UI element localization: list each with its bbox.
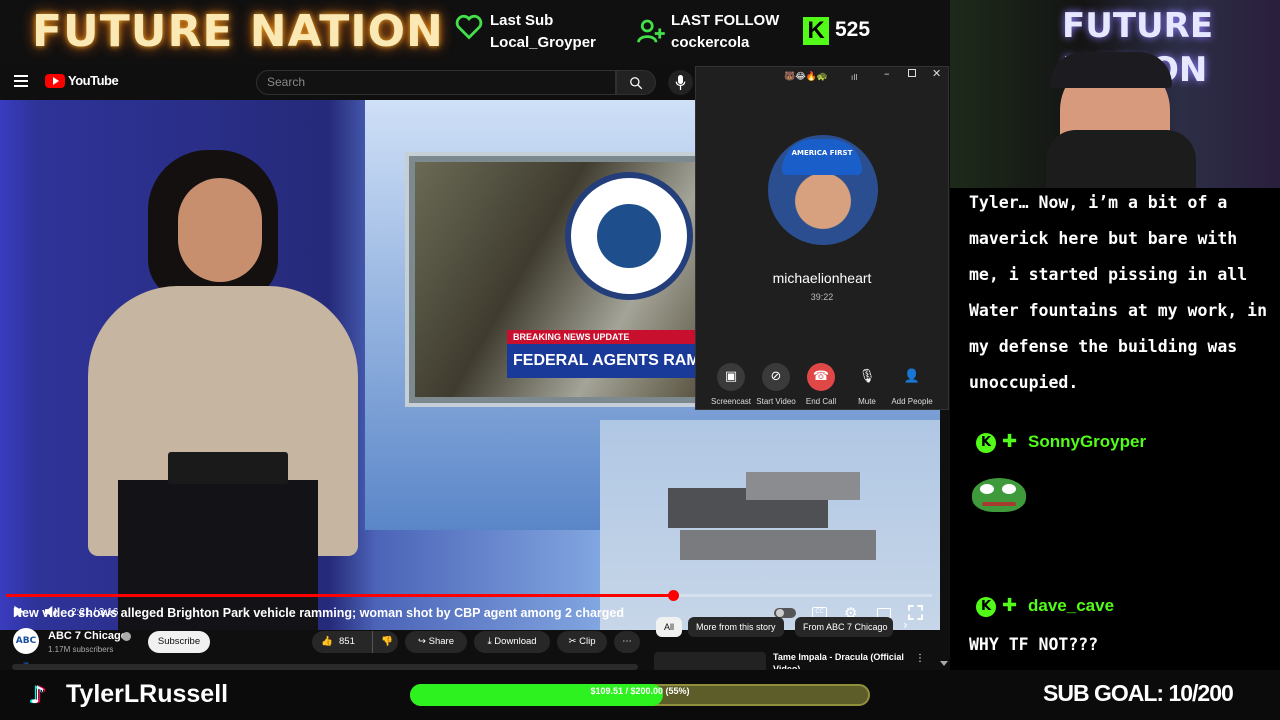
video-off-icon: ⊘ <box>770 369 782 384</box>
subscriber-badge-icon: ✚ <box>1002 431 1018 452</box>
thumbs-down-icon[interactable]: 👎 <box>372 631 393 653</box>
breaking-news-label: BREAKING NEWS UPDATE <box>507 330 707 344</box>
kebab-menu-icon[interactable]: ⋮ <box>915 653 925 664</box>
last-sub-name: Local_Groyper <box>490 34 596 51</box>
close-icon[interactable]: ✕ <box>932 67 941 80</box>
chat-message: WHY TF NOT??? <box>969 635 1099 654</box>
chip-all[interactable]: All <box>656 617 683 637</box>
viewer-count: 525 <box>835 18 871 41</box>
end-call-button[interactable]: ☎ <box>807 363 835 391</box>
video-call-window: 🐻😂🔥🐢 ıll – ✕ AMERICA FIRST michaelionhea… <box>695 66 949 410</box>
add-person-icon: 👤 <box>903 369 921 384</box>
kick-logo-icon: K <box>803 17 829 45</box>
like-count[interactable]: 851 <box>339 631 355 653</box>
chat-panel: Tyler… Now, i’m a bit of a maverick here… <box>950 188 1280 670</box>
menu-icon[interactable] <box>14 75 28 87</box>
breaking-news-headline: FEDERAL AGENTS RAM <box>507 344 707 378</box>
caller-cap: AMERICA FIRST <box>782 139 862 175</box>
progress-played <box>6 594 673 597</box>
last-follow-name: cockercola <box>671 34 750 51</box>
download-label: Download <box>494 636 537 647</box>
mute-button[interactable]: 🎙 <box>853 363 881 391</box>
tiktok-icon: ♪ <box>30 681 46 709</box>
start-video-button[interactable]: ⊘ <box>762 363 790 391</box>
verified-icon <box>122 632 131 641</box>
future-nation-logo: FUTURE NATION <box>32 6 444 57</box>
video-title: New video shows alleged Brighton Park ve… <box>13 606 625 620</box>
recommended-thumbnail[interactable] <box>654 652 766 670</box>
call-duration: 39:22 <box>810 292 834 302</box>
voice-search-button[interactable] <box>668 70 693 95</box>
signal-icon: ıll <box>851 73 858 82</box>
screencast-button[interactable]: ▣ <box>717 363 745 391</box>
streamer-shirt <box>1046 130 1196 188</box>
heart-icon <box>455 14 483 47</box>
channel-avatar[interactable]: ABC 7 <box>13 628 39 672</box>
streamer-cap <box>1050 52 1172 88</box>
screencast-icon: ▣ <box>724 369 738 384</box>
clip-button[interactable]: ✂ Clip <box>557 631 607 653</box>
scissors-icon: ✂ <box>568 636 580 647</box>
thumbs-up-icon[interactable]: 👍 <box>321 631 333 653</box>
like-dislike-group: 👍 851 👎 <box>312 631 398 653</box>
mic-icon: 🎙 <box>858 369 876 384</box>
caller-avatar: AMERICA FIRST <box>768 135 878 245</box>
kick-badge-icon: K <box>976 597 996 617</box>
share-label: Share <box>428 636 454 647</box>
chip-more-from-story[interactable]: More from this story <box>688 617 784 637</box>
minimize-icon[interactable]: – <box>884 67 890 80</box>
more-actions-button[interactable]: ⋯ <box>614 631 640 653</box>
share-icon: ↪ <box>418 636 429 647</box>
channel-name[interactable]: ABC 7 Chicago <box>48 630 127 642</box>
progress-scrubber[interactable] <box>667 590 679 601</box>
last-sub-label: Last Sub <box>490 12 554 29</box>
add-people-label: Add People <box>891 397 933 406</box>
subscribe-button[interactable]: Subscribe <box>148 631 210 653</box>
fullscreen-icon <box>908 605 923 620</box>
share-button[interactable]: ↪ Share <box>405 631 467 653</box>
caller-username: michaelionheart <box>772 270 872 286</box>
search-input[interactable]: Search <box>256 70 616 95</box>
search-icon <box>630 77 643 90</box>
captions-icon: CC <box>815 608 824 615</box>
monitor-image: BREAKING NEWS UPDATE FEDERAL AGENTS RAM <box>415 162 707 397</box>
fullscreen-button[interactable] <box>908 605 923 624</box>
scrollbar-arrow-icon[interactable] <box>940 661 948 666</box>
chat-username[interactable]: dave_cave <box>1028 596 1114 616</box>
studio-prop <box>746 472 860 500</box>
chat-message-tts: Tyler… Now, i’m a bit of a maverick here… <box>969 193 1268 392</box>
clip-label: Clip <box>579 636 596 647</box>
recommended-title[interactable]: Tame Impala - Dracula (Official Video) <box>773 651 913 669</box>
mic-icon <box>675 75 686 90</box>
youtube-play-icon <box>45 74 65 88</box>
kick-badge-icon: K <box>976 433 996 453</box>
download-button[interactable]: ⤓ Download <box>474 631 550 653</box>
subscriber-count: 1.17M subscribers <box>48 645 114 654</box>
call-status-icons: 🐻😂🔥🐢 <box>784 72 829 82</box>
chip-from-channel[interactable]: From ABC 7 Chicago <box>795 617 893 637</box>
pepe-emote <box>972 478 1026 512</box>
maximize-icon[interactable] <box>908 69 916 77</box>
add-user-icon <box>636 16 666 50</box>
chat-username[interactable]: SonnyGroyper <box>1028 432 1146 452</box>
chevron-right-icon[interactable]: › <box>903 618 908 632</box>
more-icon: ⋯ <box>622 636 632 647</box>
youtube-logo-text[interactable]: YouTube <box>68 73 119 88</box>
phone-hangup-icon: ☎ <box>812 369 830 384</box>
anchor-tablet <box>168 452 288 484</box>
webcam-feed: FUTURE NATION <box>950 0 1280 188</box>
add-people-button[interactable]: 👤 <box>898 363 926 391</box>
anchor-face <box>178 178 262 282</box>
studio-prop <box>680 530 876 560</box>
sub-goal-text: SUB GOAL: 10/200 <box>1043 680 1234 706</box>
streamer-name: TylerLRussell <box>66 680 229 708</box>
subscriber-badge-icon: ✚ <box>1002 595 1018 616</box>
search-button[interactable] <box>616 70 656 95</box>
last-follow-label: LAST FOLLOW <box>671 12 780 29</box>
studio-monitor: BREAKING NEWS UPDATE FEDERAL AGENTS RAM <box>405 152 707 407</box>
dhs-seal <box>565 172 693 300</box>
donation-goal-text: $109.51 / $200.00 (55%) <box>590 686 690 696</box>
